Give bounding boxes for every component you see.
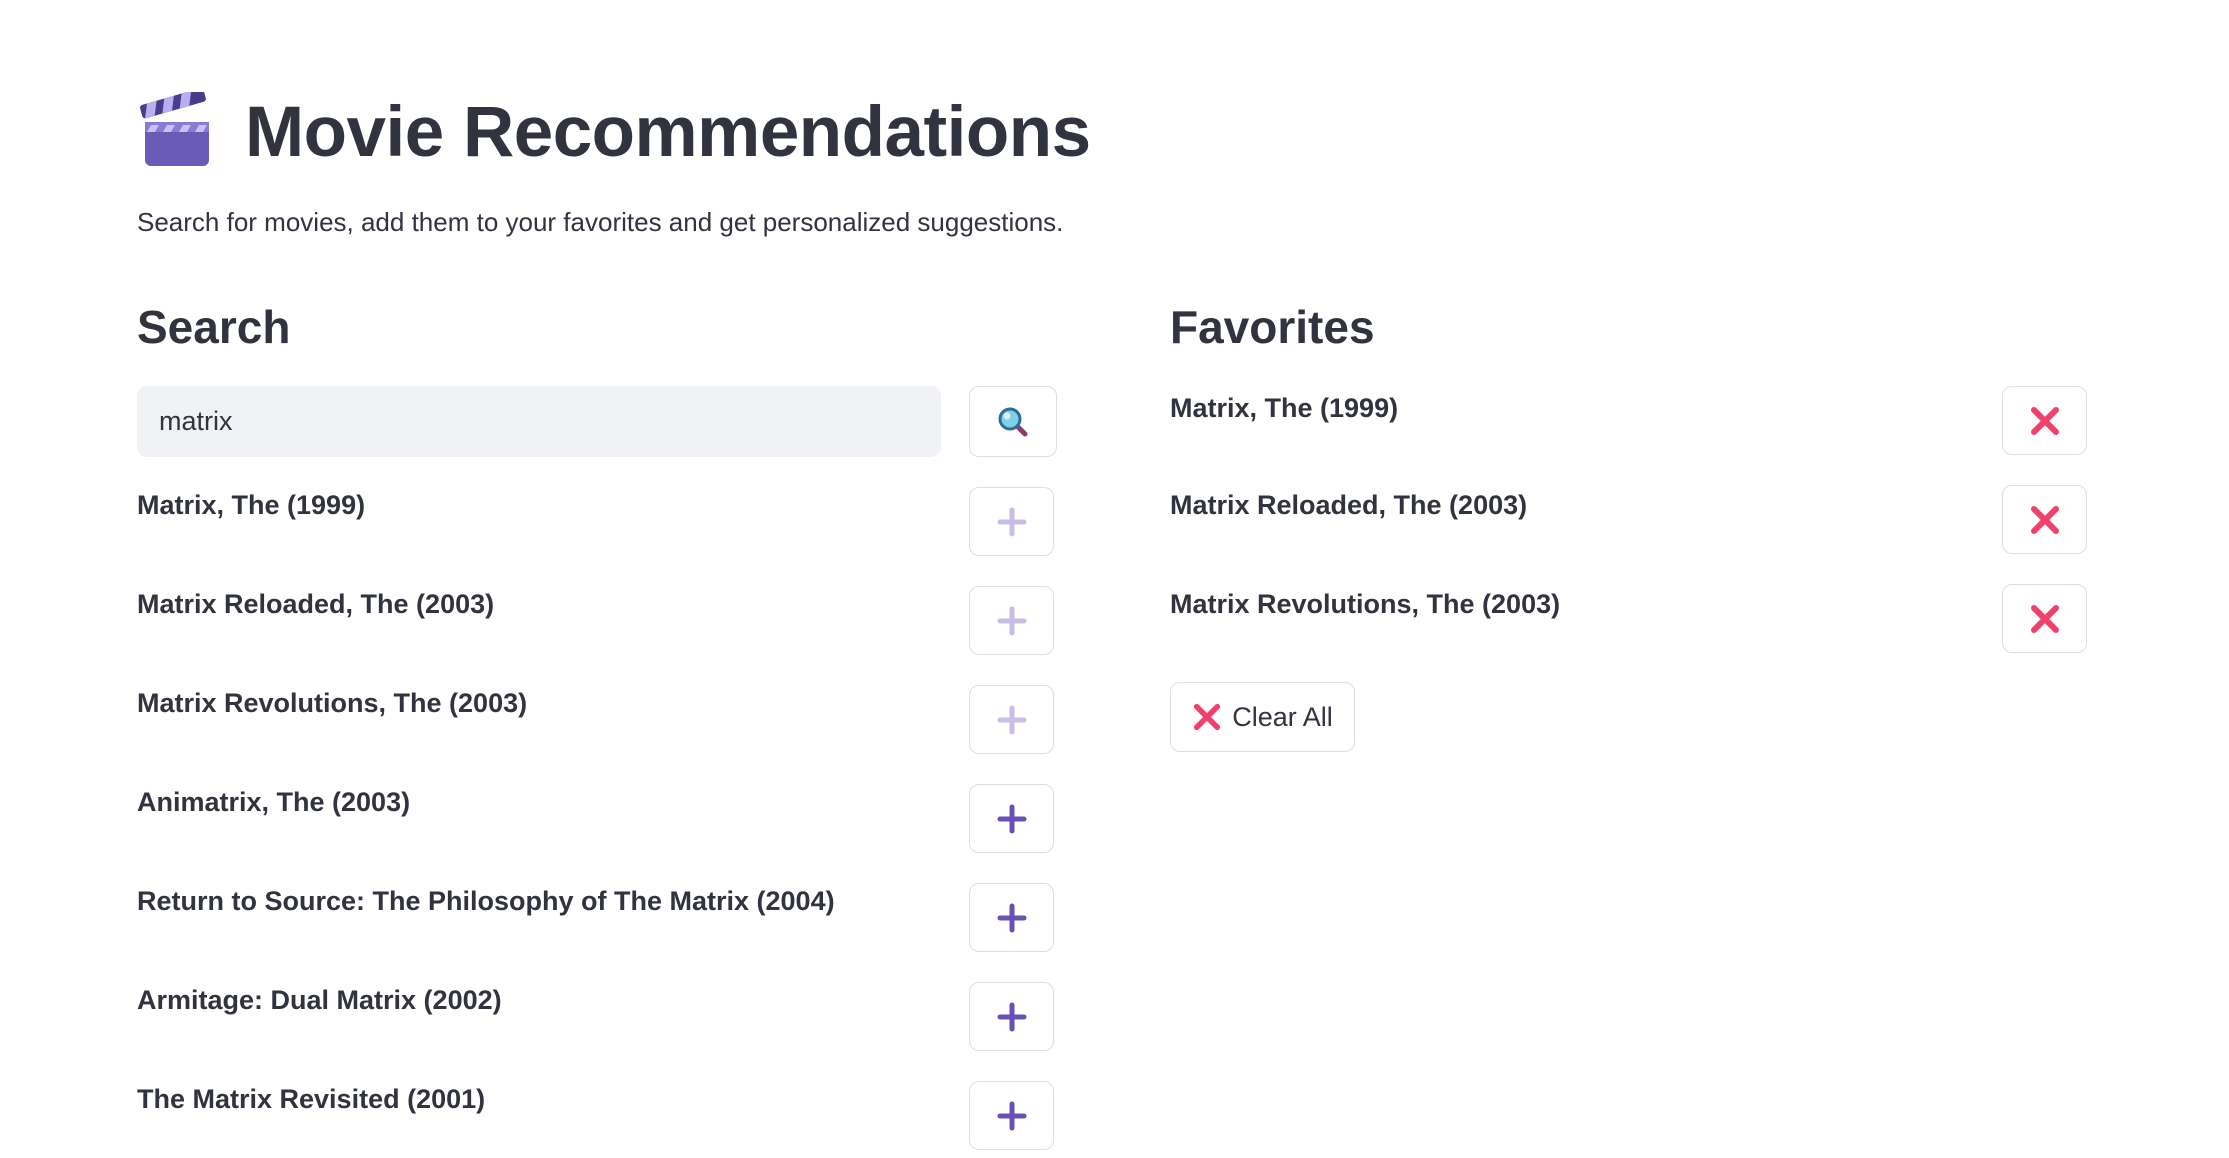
- plus-icon: [997, 1002, 1026, 1031]
- add-favorite-button[interactable]: [969, 685, 1054, 754]
- page-subtitle: Search for movies, add them to your favo…: [137, 207, 1064, 237]
- remove-favorite-button[interactable]: [2002, 485, 2087, 554]
- add-favorite-button[interactable]: [969, 586, 1054, 655]
- cross-mark-icon: [2030, 604, 2059, 633]
- result-title: Matrix, The (1999): [137, 490, 366, 520]
- result-title: Matrix Reloaded, The (2003): [137, 589, 495, 619]
- search-heading: Search: [137, 301, 291, 353]
- favorites-heading: Favorites: [1170, 301, 1375, 353]
- favorite-title: Matrix Reloaded, The (2003): [1170, 490, 1528, 520]
- plus-icon: [997, 804, 1026, 833]
- add-favorite-button[interactable]: [969, 487, 1054, 556]
- add-favorite-button[interactable]: [969, 784, 1054, 853]
- favorite-title: Matrix Revolutions, The (2003): [1170, 589, 1561, 619]
- cross-mark-icon: [2030, 406, 2059, 435]
- add-favorite-button[interactable]: [969, 1081, 1054, 1150]
- clear-all-button[interactable]: Clear All: [1170, 682, 1355, 752]
- result-title: Matrix Revolutions, The (2003): [137, 688, 528, 718]
- plus-icon: [997, 507, 1026, 536]
- magnifying-glass-icon: [998, 407, 1028, 436]
- remove-favorite-button[interactable]: [2002, 584, 2087, 653]
- clapperboard-icon: [140, 92, 209, 166]
- add-favorite-button[interactable]: [969, 982, 1054, 1051]
- plus-icon: [997, 1101, 1026, 1130]
- search-field: [137, 386, 941, 457]
- result-title: Armitage: Dual Matrix (2002): [137, 985, 502, 1015]
- search-input[interactable]: [137, 386, 941, 457]
- result-title: The Matrix Revisited (2001): [137, 1084, 486, 1114]
- result-title: Return to Source: The Philosophy of The …: [137, 886, 835, 916]
- cross-mark-icon: [1194, 703, 1221, 731]
- search-button[interactable]: [969, 386, 1057, 457]
- remove-favorite-button[interactable]: [2002, 386, 2087, 455]
- plus-icon: [997, 606, 1026, 635]
- clear-all-label: Clear All: [1232, 701, 1333, 732]
- plus-icon: [997, 903, 1026, 932]
- favorite-title: Matrix, The (1999): [1170, 393, 1399, 423]
- plus-icon: [997, 705, 1026, 734]
- cross-mark-icon: [2030, 505, 2059, 534]
- add-favorite-button[interactable]: [969, 883, 1054, 952]
- app-page: Movie Recommendations Search for movies,…: [0, 0, 2229, 1158]
- result-title: Animatrix, The (2003): [137, 787, 411, 817]
- page-header: Movie Recommendations: [137, 82, 1091, 182]
- page-title: Movie Recommendations: [245, 92, 1091, 172]
